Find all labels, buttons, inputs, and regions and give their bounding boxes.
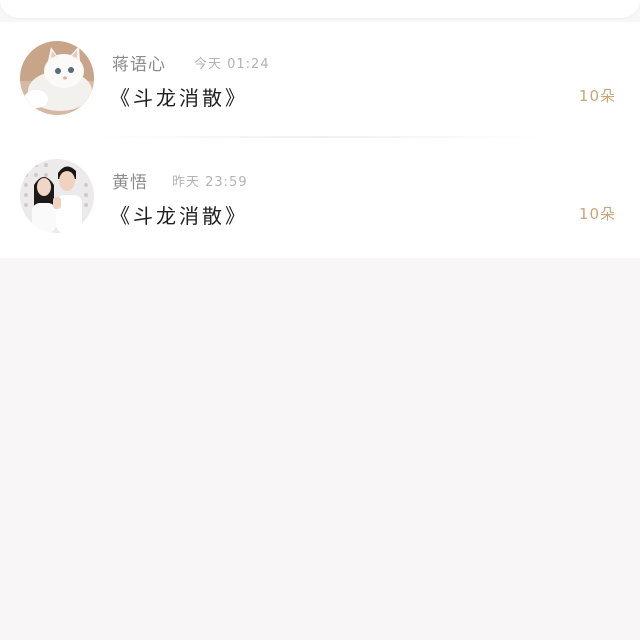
gift-count: 10朵 xyxy=(578,205,616,223)
gift-count: 10朵 xyxy=(578,87,616,105)
timestamp: 昨天 23:59 xyxy=(172,175,248,190)
couple-photo-icon xyxy=(20,159,94,233)
top-card xyxy=(0,0,640,18)
sender-name: 黄悟 xyxy=(112,173,148,193)
white-kitten-photo-icon xyxy=(20,41,94,115)
list-item[interactable]: 黄悟 昨天 23:59 《斗龙消散》 10朵 xyxy=(0,140,640,258)
row-divider xyxy=(96,136,546,138)
avatar[interactable] xyxy=(20,159,94,233)
gift-title: 《斗龙消散》 xyxy=(110,86,248,110)
gift-title: 《斗龙消散》 xyxy=(110,204,248,228)
sender-name: 蒋语心 xyxy=(112,55,166,75)
list-item[interactable]: 蒋语心 今天 01:24 《斗龙消散》 10朵 xyxy=(0,22,640,140)
timestamp: 今天 01:24 xyxy=(194,57,270,72)
gift-record-list: 蒋语心 今天 01:24 《斗龙消散》 10朵 黄悟 昨天 23:59 《斗龙消… xyxy=(0,22,640,258)
avatar[interactable] xyxy=(20,41,94,115)
